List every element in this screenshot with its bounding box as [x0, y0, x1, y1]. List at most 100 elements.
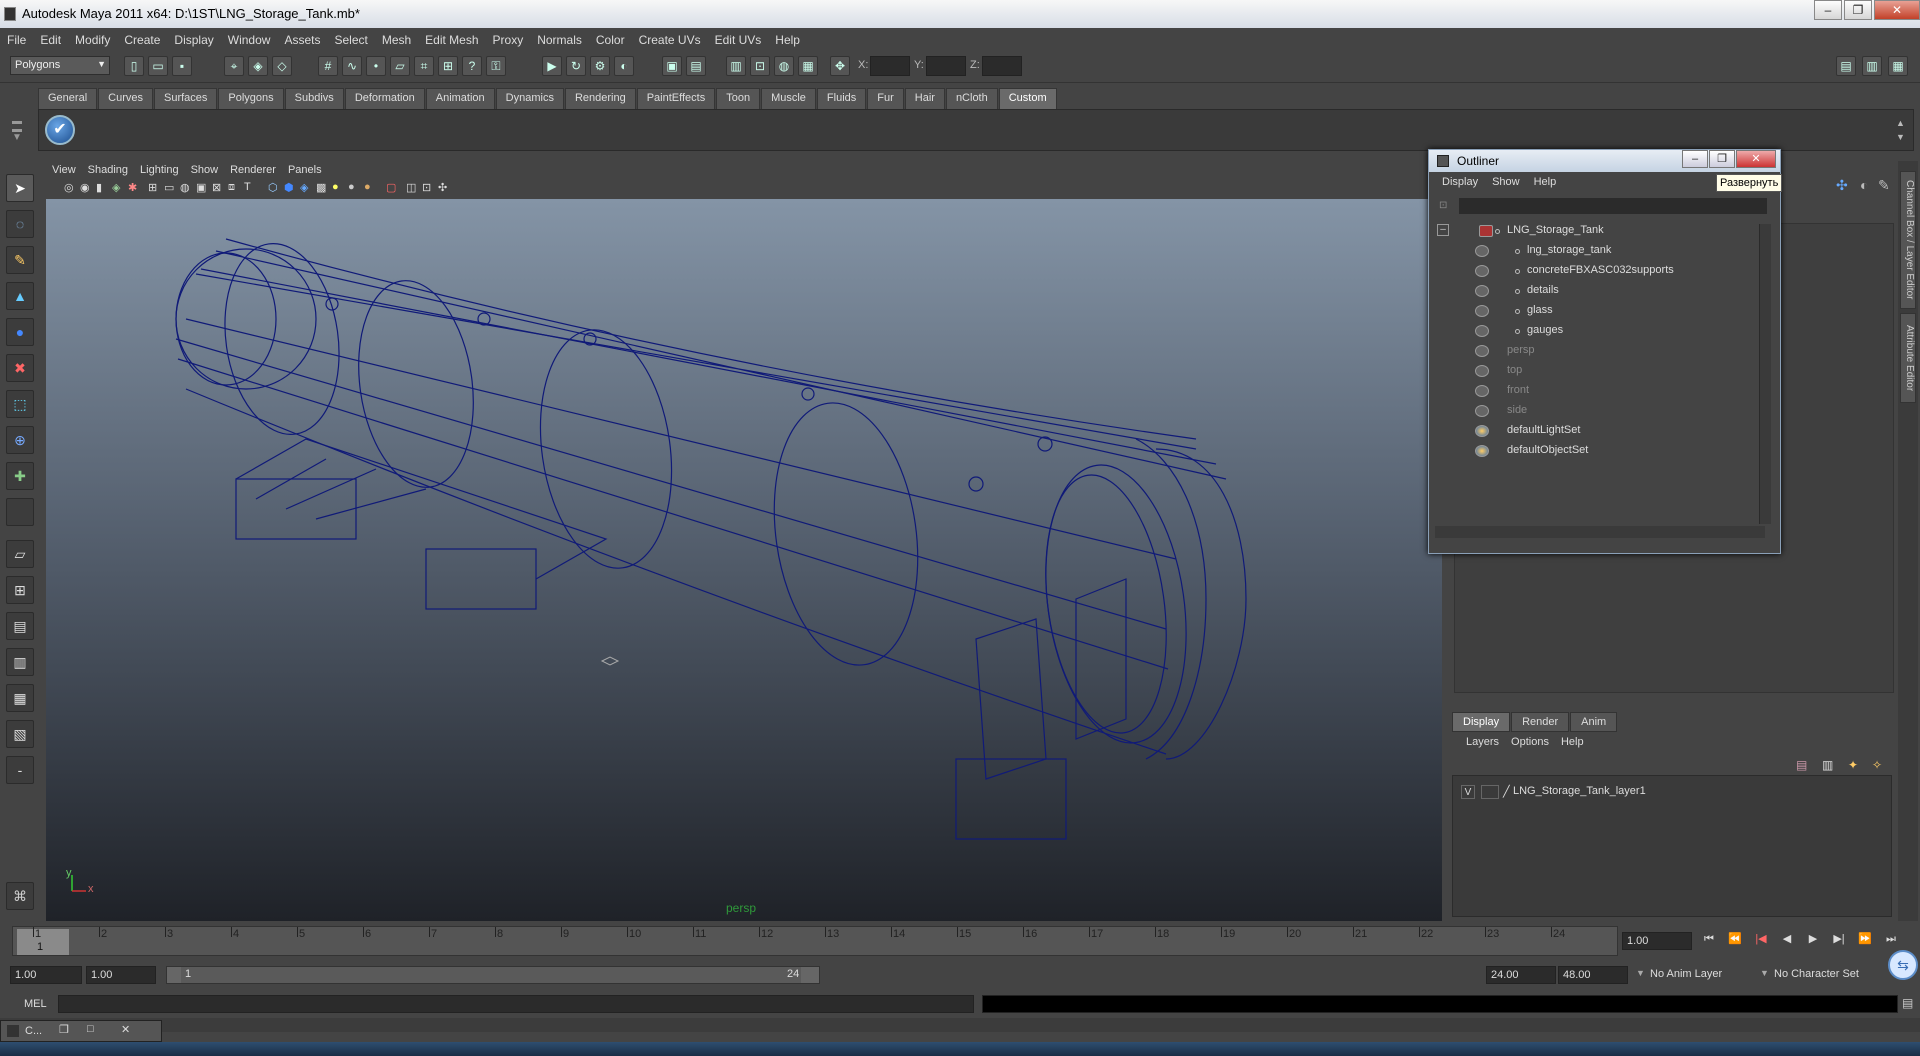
layer-color-swatch-icon[interactable]: ╱ [1503, 785, 1510, 798]
outliner-item[interactable]: details [1435, 282, 1755, 300]
attribute-editor-toggle-icon[interactable]: ▥ [1862, 56, 1882, 76]
shadows-icon[interactable]: ● [364, 181, 371, 193]
shelf-tab-hair[interactable]: Hair [904, 88, 945, 109]
step-back-frame-icon[interactable]: |◀ [1748, 928, 1774, 950]
snap-curve-icon[interactable]: ∿ [342, 56, 362, 76]
layer-tab-render[interactable]: Render [1511, 712, 1570, 732]
outliner-item[interactable]: lng_storage_tank [1435, 242, 1755, 260]
restore-icon[interactable]: ❐ [59, 1023, 69, 1036]
resolution-gate-icon[interactable]: ◍ [180, 181, 190, 194]
rotate-tool-icon[interactable]: ● [6, 318, 34, 346]
outliner-minimize-button[interactable]: – [1682, 150, 1708, 168]
shelf-tab-muscle[interactable]: Muscle [761, 88, 816, 109]
viewport-menu-show[interactable]: Show [185, 164, 225, 176]
move-layer-up-icon[interactable]: ▤ [1796, 758, 1807, 772]
outliner-item[interactable]: defaultLightSet [1435, 422, 1755, 440]
layer-tab-display[interactable]: Display [1452, 712, 1511, 732]
minimized-window[interactable]: C... ❐ □ ✕ [0, 1020, 162, 1042]
shelf-tab-ncloth[interactable]: nCloth [945, 88, 998, 109]
last-tool-icon[interactable]: ✚ [6, 462, 34, 490]
outliner-persp-layout-icon[interactable]: ▤ [6, 612, 34, 640]
shelf-scroll-icon[interactable]: ▲ ▼ [1896, 116, 1910, 146]
menu-create-uvs[interactable]: Create UVs [632, 33, 708, 47]
transform-icon[interactable]: ✥ [830, 56, 850, 76]
select-hierarchy-icon[interactable]: ⌖ [224, 56, 244, 76]
camera-attributes-icon[interactable]: ◉ [80, 181, 90, 194]
shelf-tab-dynamics[interactable]: Dynamics [495, 88, 564, 109]
outliner-item[interactable]: defaultObjectSet [1435, 442, 1755, 460]
soft-mod-tool-icon[interactable]: ⊕ [6, 426, 34, 454]
viewport-menu-renderer[interactable]: Renderer [224, 164, 282, 176]
shelf-tab-curves[interactable]: Curves [98, 88, 153, 109]
grid-toggle-icon[interactable]: ⊞ [148, 181, 157, 194]
layer-menu-help[interactable]: Help [1555, 736, 1590, 748]
animation-end-field[interactable]: 48.00 [1558, 966, 1628, 984]
menu-display[interactable]: Display [167, 33, 220, 47]
smooth-shade-mode-icon[interactable]: ⬢ [284, 181, 294, 194]
outliner-item[interactable]: gauges [1435, 322, 1755, 340]
viewport-menu-shading[interactable]: Shading [82, 164, 134, 176]
menu-window[interactable]: Window [221, 33, 278, 47]
outliner-menu-help[interactable]: Help [1527, 176, 1564, 188]
script-editor-button-icon[interactable]: ▤ [1902, 996, 1913, 1010]
isolate-select-icon[interactable]: ▢ [386, 181, 396, 194]
select-object-icon[interactable]: ◈ [248, 56, 268, 76]
playback-range-slider[interactable]: 1 24 [166, 966, 820, 984]
filter-icon[interactable]: ⊡ [1439, 200, 1447, 211]
step-forward-frame-icon[interactable]: ▶| [1826, 928, 1852, 950]
outliner-horizontal-scrollbar[interactable] [1435, 526, 1765, 538]
outliner-titlebar[interactable]: Outliner – ❐ ✕ [1429, 150, 1780, 172]
outliner-maximize-button[interactable]: ❐ [1709, 150, 1735, 168]
outliner-item[interactable]: top [1435, 362, 1755, 380]
wireframe-on-shaded-icon[interactable]: ◈ [300, 181, 308, 194]
menu-set-dropdown[interactable]: Polygons ▼ [10, 56, 110, 75]
playback-start-field[interactable]: 1.00 [86, 966, 156, 984]
history-icon[interactable]: ⊞ [438, 56, 458, 76]
select-tool-icon[interactable]: ➤ [6, 174, 34, 202]
empty-tool-slot[interactable] [6, 498, 34, 526]
menu-mesh[interactable]: Mesh [375, 33, 418, 47]
anim-layer-dropdown[interactable]: ▼ No Anim Layer [1636, 966, 1756, 984]
outliner-item[interactable]: concreteFBXASC032supports [1435, 262, 1755, 280]
close-button[interactable]: ✕ [1874, 0, 1920, 20]
snap-surface-icon[interactable]: ⌗ [414, 56, 434, 76]
outliner-menu-display[interactable]: Display [1435, 176, 1485, 188]
menu-help[interactable]: Help [768, 33, 807, 47]
toggle-shelf-icon[interactable]: ▤ [686, 56, 706, 76]
select-component-icon[interactable]: ◇ [272, 56, 292, 76]
input-line-icon[interactable]: ▥ [726, 56, 746, 76]
snap-grid-icon[interactable]: # [318, 56, 338, 76]
mel-label[interactable]: MEL [24, 998, 47, 1010]
z-field[interactable] [982, 56, 1022, 76]
new-scene-icon[interactable]: ▯ [124, 56, 144, 76]
mel-input-field[interactable] [58, 995, 974, 1013]
shelf-tab-general[interactable]: General [38, 88, 98, 109]
play-backward-icon[interactable]: ◀ [1774, 928, 1800, 950]
hypershade-layout-icon[interactable]: ▦ [6, 684, 34, 712]
all-lights-icon[interactable]: ● [348, 181, 355, 193]
current-frame-field[interactable]: 1.00 [1622, 932, 1692, 950]
render-current-icon[interactable]: ▶ [542, 56, 562, 76]
safe-action-icon[interactable]: ⧈ [228, 181, 235, 194]
outliner-close-button[interactable]: ✕ [1736, 150, 1776, 168]
menu-modify[interactable]: Modify [68, 33, 117, 47]
go-to-start-icon[interactable]: ⏮ [1696, 928, 1722, 950]
shelf-tab-painteffects[interactable]: PaintEffects [636, 88, 716, 109]
layer-visibility-toggle[interactable]: V [1461, 785, 1475, 799]
shelf-menu-icon[interactable]: ▬ ▬ ▼ [12, 117, 32, 148]
shelf-tab-animation[interactable]: Animation [425, 88, 495, 109]
shelf-tab-toon[interactable]: Toon [716, 88, 761, 109]
menu-color[interactable]: Color [589, 33, 632, 47]
manipulator-tool-icon[interactable]: ⬚ [6, 390, 34, 418]
image-plane-icon[interactable]: ◈ [112, 181, 120, 194]
move-tool-icon[interactable]: ▲ [6, 282, 34, 310]
maximize-button[interactable]: ❐ [1844, 0, 1872, 20]
default-light-icon[interactable]: ● [332, 181, 339, 193]
layer-row[interactable]: V ╱ LNG_Storage_Tank_layer1 [1457, 784, 1887, 800]
layer-menu-options[interactable]: Options [1505, 736, 1555, 748]
close-icon[interactable]: ✕ [121, 1023, 130, 1036]
teamviewer-icon[interactable]: ⇆ [1888, 950, 1918, 980]
smooth-shade-icon[interactable]: ◍ [774, 56, 794, 76]
shelf-tab-surfaces[interactable]: Surfaces [153, 88, 218, 109]
shelf-tab-custom[interactable]: Custom [998, 88, 1057, 109]
